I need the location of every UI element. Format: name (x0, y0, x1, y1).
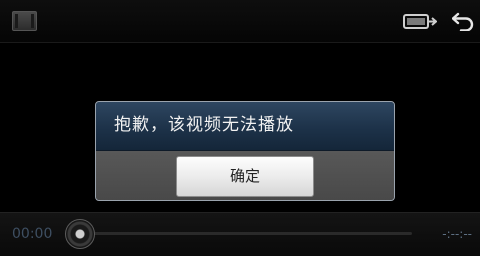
video-player-screen: 抱歉，该视频无法播放 确定 00:00 -:--:-- (0, 0, 480, 256)
display-mode-icon[interactable] (403, 13, 437, 30)
total-time: -:--:-- (442, 227, 472, 241)
ok-button[interactable]: 确定 (176, 156, 314, 197)
video-thumbnail-icon[interactable] (12, 11, 37, 31)
seek-knob[interactable] (65, 219, 95, 249)
dialog-header: 抱歉，该视频无法播放 (96, 102, 394, 151)
dialog-message: 抱歉，该视频无法播放 (114, 115, 294, 135)
current-time: 00:00 (12, 226, 53, 242)
dialog-body: 确定 (96, 151, 394, 200)
playback-bar: 00:00 -:--:-- (0, 212, 480, 256)
error-dialog: 抱歉，该视频无法播放 确定 (95, 101, 395, 201)
back-arrow-icon[interactable] (452, 11, 474, 31)
progress-track[interactable] (82, 232, 412, 235)
top-bar (0, 0, 480, 43)
